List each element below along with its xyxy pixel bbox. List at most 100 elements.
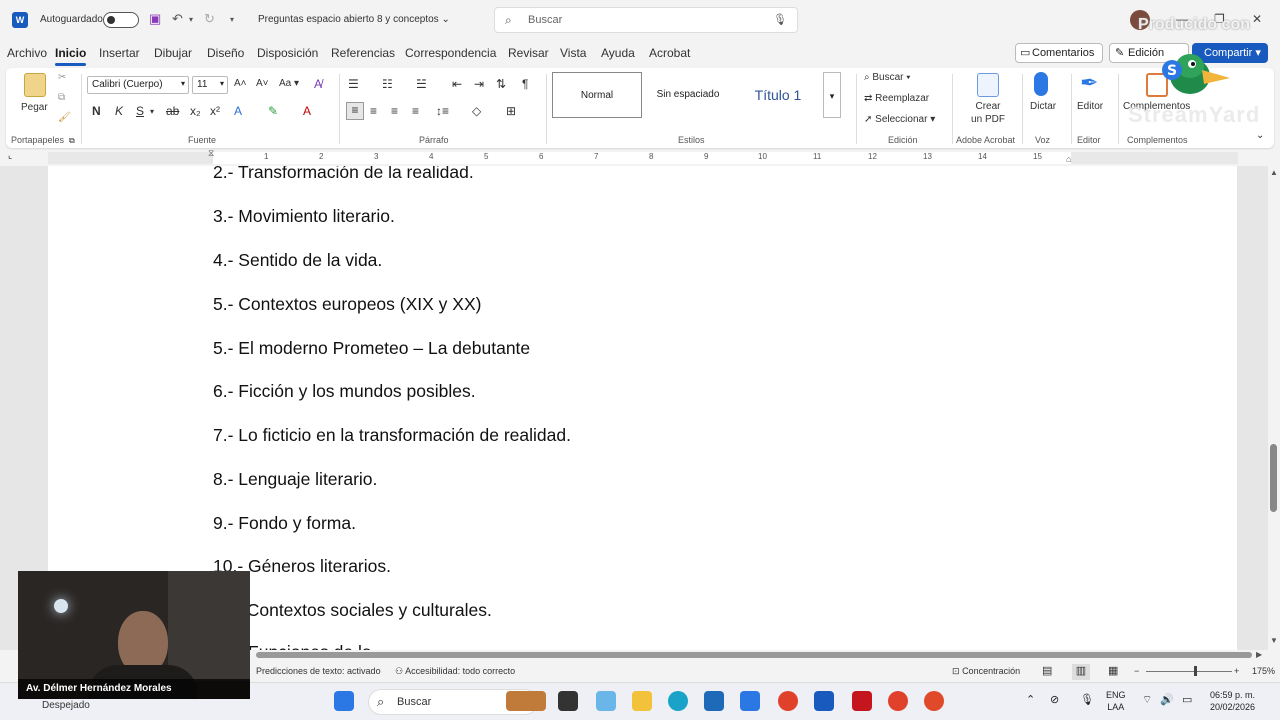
microphone-icon[interactable]: 🎙 [773, 13, 787, 26]
align-center-icon[interactable]: ≡ [370, 104, 377, 118]
vertical-scroll-thumb[interactable] [1270, 444, 1277, 512]
chevron-down-icon[interactable]: ▾ [150, 107, 154, 116]
comments-button[interactable]: ▭ Comentarios [1015, 43, 1103, 63]
list-item[interactable]: 8.- Lenguaje literario. [213, 469, 377, 490]
editor-pen-icon[interactable]: ✒ [1080, 70, 1098, 96]
horizontal-ruler[interactable]: ⌞ ⧖ ⌂ 1 2 3 4 5 6 7 8 9 10 11 12 13 14 1… [0, 148, 1280, 166]
tab-acrobat[interactable]: Acrobat [649, 46, 690, 60]
paste-label[interactable]: Pegar [21, 101, 48, 114]
edge-icon[interactable] [668, 691, 688, 711]
list-item[interactable]: 4.- Sentido de la vida. [213, 250, 382, 271]
clear-formatting-icon[interactable]: A̸ [314, 77, 322, 91]
close-icon[interactable]: ✕ [1252, 12, 1262, 26]
style-no-spacing[interactable]: Sin espaciado [643, 72, 733, 118]
tab-selector-icon[interactable]: ⌞ [8, 150, 12, 161]
vertical-scrollbar[interactable]: ▲ ▼ [1268, 166, 1280, 650]
tab-revisar[interactable]: Revisar [508, 46, 549, 60]
tab-ayuda[interactable]: Ayuda [601, 46, 635, 60]
zoom-out-icon[interactable]: − [1134, 666, 1139, 676]
right-indent-marker-icon[interactable]: ⌂ [1066, 154, 1071, 164]
superscript-icon[interactable]: x² [210, 104, 220, 118]
microphone-icon[interactable] [1034, 72, 1048, 96]
zoom-slider-thumb[interactable] [1194, 666, 1197, 676]
outlook-icon[interactable] [740, 691, 760, 711]
underline-icon[interactable]: S [136, 104, 144, 118]
scroll-right-icon[interactable]: ▶ [1256, 650, 1262, 659]
print-layout-icon[interactable]: ▥ [1072, 664, 1090, 680]
task-view-icon[interactable] [558, 691, 578, 711]
zoom-slider[interactable] [1146, 671, 1232, 672]
chrome-profile-icon[interactable] [888, 691, 908, 711]
tray-chevron-icon[interactable]: ⌃ [1026, 693, 1035, 706]
align-left-icon[interactable]: ≡ [346, 102, 364, 120]
strikethrough-icon[interactable]: ab [166, 104, 179, 118]
decrease-indent-icon[interactable]: ⇤ [452, 77, 462, 91]
undo-icon[interactable]: ↶ [172, 11, 183, 27]
tab-correspondencia[interactable]: Correspondencia [405, 46, 496, 60]
style-heading-1[interactable]: Título 1 [733, 72, 823, 118]
create-pdf-icon[interactable] [977, 73, 999, 97]
subscript-icon[interactable]: x₂ [190, 104, 201, 118]
copilot-icon[interactable] [596, 691, 616, 711]
replace-button[interactable]: ⇄ Reemplazar [864, 93, 929, 104]
copy-icon[interactable]: ⧉ [58, 92, 65, 103]
zoom-level[interactable]: 175% [1252, 666, 1275, 676]
styles-gallery-expand-icon[interactable]: ▾ [823, 72, 841, 118]
accessibility-status[interactable]: ⚇ Accesibilidad: todo correcto [395, 666, 515, 677]
windows-start-icon[interactable] [334, 691, 354, 711]
microphone-tray-icon[interactable]: 🎙 [1080, 693, 1094, 706]
streamyard-app-icon[interactable] [924, 691, 944, 711]
numbering-icon[interactable]: ☷ [382, 77, 393, 91]
tab-archivo[interactable]: Archivo [7, 46, 47, 60]
font-name-box[interactable]: Calibri (Cuerpo) ▾ [87, 76, 189, 94]
volume-icon[interactable]: 🔊 [1160, 693, 1174, 706]
font-size-box[interactable]: 11 ▾ [192, 76, 228, 94]
create-pdf-button[interactable]: Crear un PDF [968, 100, 1008, 126]
redo-icon[interactable]: ↻ [204, 11, 215, 27]
indent-marker-icon[interactable]: ⧖ [208, 148, 214, 159]
sort-icon[interactable]: ⇅ [496, 77, 506, 91]
bold-icon[interactable]: N [92, 104, 101, 118]
format-painter-icon[interactable]: 🖌 [58, 112, 71, 123]
web-layout-icon[interactable]: ▦ [1108, 664, 1118, 677]
battery-icon[interactable]: ▭ [1182, 693, 1192, 706]
list-item[interactable]: 3.- Movimiento literario. [213, 206, 395, 227]
multilevel-list-icon[interactable]: ☱ [416, 77, 427, 91]
chrome-icon[interactable] [778, 691, 798, 711]
list-item[interactable]: 6.- Ficción y los mundos posibles. [213, 381, 476, 402]
read-mode-icon[interactable]: ▤ [1042, 664, 1052, 677]
clock[interactable]: 06:59 p. m. 20/02/2026 [1210, 689, 1255, 713]
show-formatting-icon[interactable]: ¶ [522, 77, 528, 91]
tab-insertar[interactable]: Insertar [99, 46, 140, 60]
network-off-icon[interactable]: ⊘ [1050, 693, 1059, 706]
tab-inicio[interactable]: Inicio [55, 46, 87, 66]
scroll-down-icon[interactable]: ▼ [1270, 636, 1278, 645]
acrobat-icon[interactable] [852, 691, 872, 711]
tab-disposicion[interactable]: Disposición [257, 46, 318, 60]
text-prediction-status[interactable]: Predicciones de texto: activado [256, 666, 381, 676]
paste-icon[interactable] [24, 73, 46, 97]
increase-indent-icon[interactable]: ⇥ [474, 77, 484, 91]
editor-button[interactable]: Editor [1077, 100, 1103, 113]
shrink-font-icon[interactable]: A˅ [256, 78, 269, 89]
undo-dropdown-icon[interactable]: ▾ [189, 15, 193, 24]
style-normal[interactable]: Normal [552, 72, 642, 118]
language-indicator[interactable]: ENG LAA [1106, 689, 1126, 713]
italic-icon[interactable]: K [115, 104, 123, 118]
word-taskbar-icon[interactable] [814, 691, 834, 711]
scroll-up-icon[interactable]: ▲ [1270, 168, 1278, 177]
autosave-toggle[interactable] [103, 12, 139, 28]
list-item[interactable]: 7.- Lo ficticio en la transformación de … [213, 425, 571, 446]
list-item[interactable]: 9.- Fondo y forma. [213, 513, 356, 534]
document-title[interactable]: Preguntas espacio abierto 8 y conceptos … [258, 14, 450, 25]
horizontal-scroll-thumb[interactable] [256, 652, 1252, 658]
zoom-in-icon[interactable]: + [1234, 666, 1239, 676]
borders-icon[interactable]: ⊞ [506, 104, 516, 118]
list-item[interactable]: 5.- El moderno Prometeo – La debutante [213, 338, 530, 359]
list-item[interactable]: 11.- Contextos sociales y culturales. [213, 600, 492, 621]
save-icon[interactable]: ▣ [149, 11, 161, 27]
store-icon[interactable] [704, 691, 724, 711]
widgets-icon[interactable] [506, 691, 546, 711]
tab-dibujar[interactable]: Dibujar [154, 46, 192, 60]
focus-button[interactable]: ⊡ Concentración [952, 666, 1020, 677]
